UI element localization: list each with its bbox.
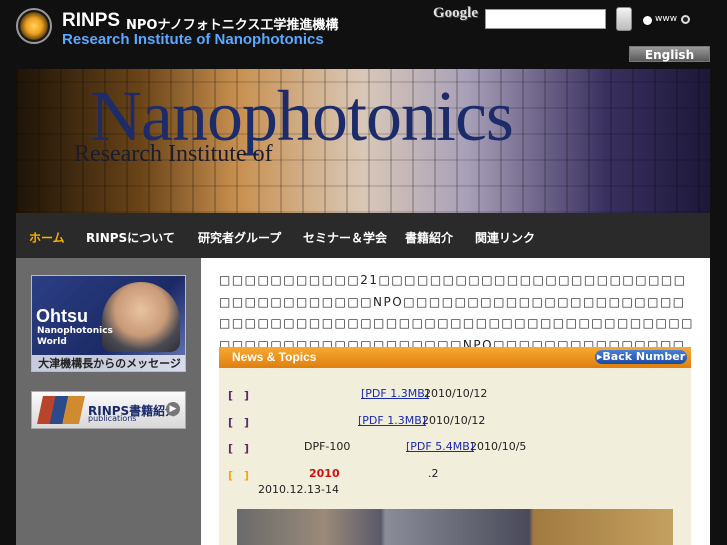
news-bracket: [ ] [228,416,250,429]
director-portrait [102,282,180,352]
news-pdf-link[interactable]: [PDF 1.3MB] [361,387,429,400]
news-bracket: [ ] [228,389,250,402]
news-suffix: .2 [428,467,439,480]
news-pdf-link[interactable]: [PDF 1.3MB] [358,414,426,427]
books-icon [37,396,85,424]
search-input[interactable] [485,9,606,29]
seminar-photos[interactable] [237,509,673,545]
nav-item-books[interactable]: 書籍紹介 [405,229,453,246]
ohtsu-message-banner[interactable]: Ohtsu Nanophotonics World 大津機構長からのメッセージ [31,275,186,372]
radio-www-label: www [655,14,678,24]
news-bracket: [ ] [228,442,250,455]
logo-short-text[interactable]: RINPS [62,10,120,32]
news-year: 2010 [309,467,340,480]
nav-item-about[interactable]: RINPSについて [86,229,175,246]
back-number-button[interactable]: ▸Back Number [595,350,687,364]
logo-english-text[interactable]: Research Institute of Nanophotonics [62,31,324,48]
nav-item-home[interactable]: ホーム [29,229,65,246]
banner-subtitle: Research Institute of [74,141,273,167]
news-date: 2010/10/5 [470,440,527,453]
news-title: News & Topics [232,350,317,364]
news-pdf-link[interactable]: [PDF 5.4MB] [406,440,474,453]
books-banner[interactable]: RINPS書籍紹介 publications ▶ [31,391,186,429]
back-number-label: Back Number [602,350,686,363]
radio-www[interactable] [643,16,652,25]
hero-banner: Nanophotonics Research Institute of [16,69,710,213]
main-nav: ホーム RINPSについて 研究者グループ セミナー＆学会 書籍紹介 関連リンク [16,213,710,258]
news-date: 2010.12.13-14 [258,483,339,496]
ohtsu-subtitle-2: World [37,337,67,347]
news-date: 2010/10/12 [422,414,486,427]
search-button[interactable] [616,7,632,31]
nav-item-researchers[interactable]: 研究者グループ [198,229,281,246]
arrow-right-icon: ▶ [166,402,180,416]
ohtsu-title: Ohtsu [36,306,88,326]
radio-site[interactable] [681,15,690,24]
news-date: 2010/10/12 [424,387,488,400]
ohtsu-caption: 大津機構長からのメッセージ [32,355,185,371]
news-header: News & Topics ▸Back Number [219,347,691,368]
rinps-logo-icon[interactable] [16,8,52,44]
nav-item-seminars[interactable]: セミナー＆学会 [303,229,387,246]
english-button[interactable]: English [629,46,710,62]
nav-item-links[interactable]: 関連リンク [475,229,535,246]
google-logo: Google [433,5,478,21]
ohtsu-subtitle-1: Nanophotonics [37,326,113,336]
news-prefix: DPF-100 [304,440,351,453]
news-bracket: [ ] [228,469,250,482]
books-sublabel: publications [88,414,137,423]
